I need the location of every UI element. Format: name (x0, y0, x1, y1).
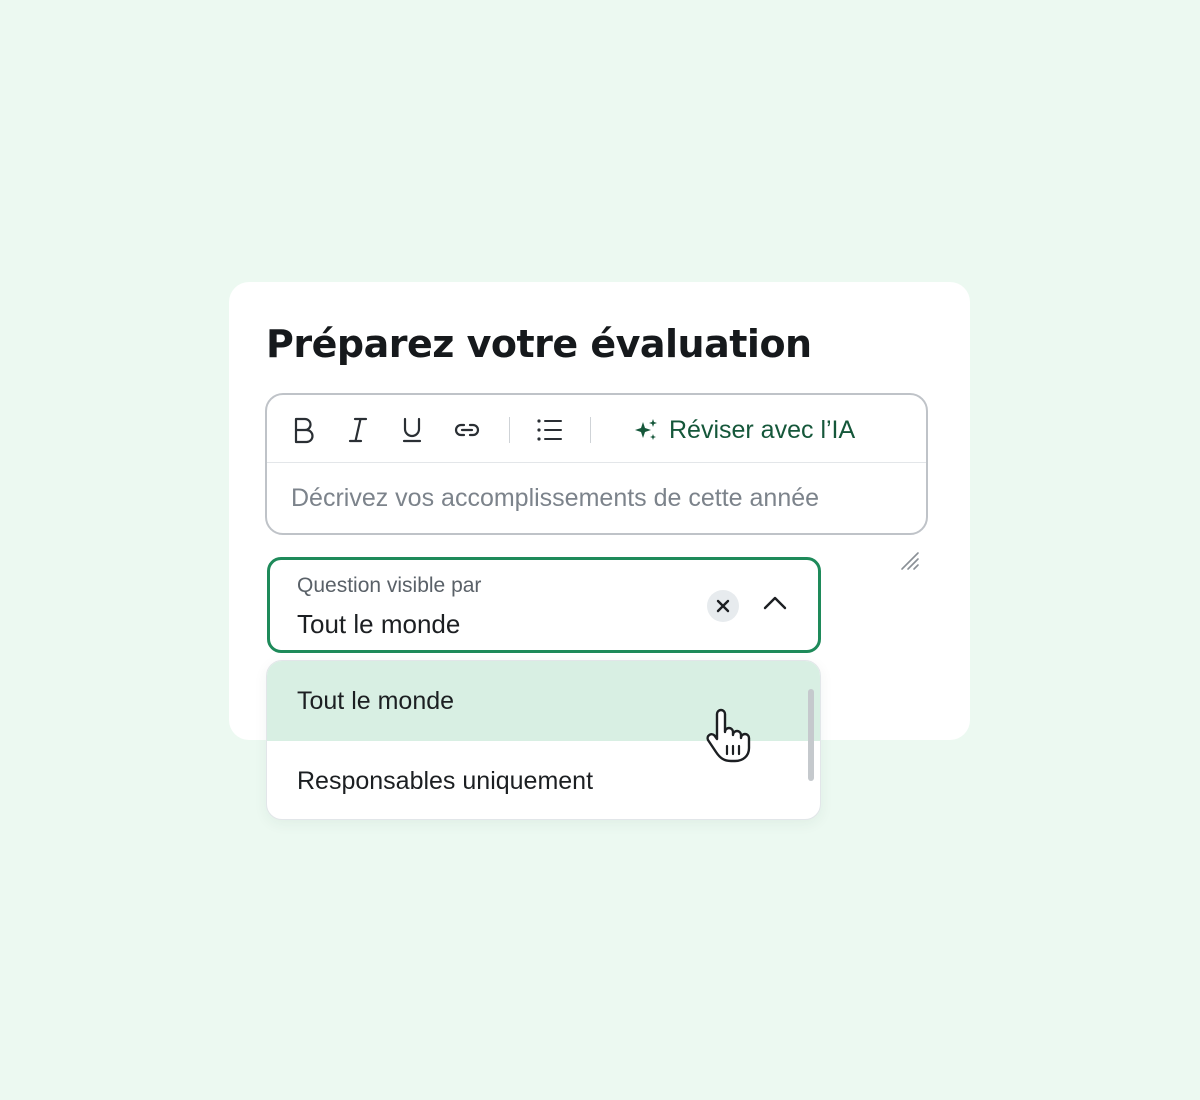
underline-icon (402, 417, 422, 443)
ai-revise-label: Réviser avec l’IA (669, 415, 856, 444)
hand-pointer-cursor-icon (706, 708, 751, 763)
link-icon (454, 423, 480, 437)
bullet-list-button[interactable] (534, 415, 564, 445)
bold-icon (294, 417, 314, 444)
toolbar-divider (509, 417, 510, 443)
editor-toolbar: Réviser avec l’IA (267, 395, 926, 463)
ai-revise-button[interactable]: Réviser avec l’IA (633, 415, 855, 445)
option-label: Tout le monde (297, 686, 455, 715)
italic-button[interactable] (343, 415, 373, 445)
dropdown-scrollbar[interactable] (808, 689, 814, 781)
page-title: Préparez votre évaluation (266, 322, 812, 366)
select-value: Tout le monde (297, 609, 461, 639)
resize-handle-icon[interactable] (899, 550, 921, 572)
clear-selection-button[interactable] (707, 590, 739, 622)
close-icon (716, 599, 730, 613)
option-label: Responsables uniquement (297, 766, 594, 795)
bold-button[interactable] (289, 415, 319, 445)
toolbar-divider (590, 417, 591, 443)
rich-text-editor[interactable]: Réviser avec l’IA Décrivez vos accomplis… (265, 393, 928, 535)
bullet-list-icon (537, 419, 562, 441)
link-button[interactable] (452, 415, 482, 445)
select-label: Question visible par (297, 574, 482, 597)
italic-icon (348, 417, 368, 443)
sparkle-icon (635, 419, 657, 440)
collapse-dropdown-button[interactable] (760, 588, 790, 618)
visibility-select[interactable]: Question visible par Tout le monde (267, 557, 821, 653)
chevron-up-icon (763, 596, 787, 610)
underline-button[interactable] (397, 415, 427, 445)
page: Préparez votre évaluation Réviser avec l… (0, 0, 1200, 1100)
editor-placeholder[interactable]: Décrivez vos accomplissements de cette a… (291, 484, 819, 513)
